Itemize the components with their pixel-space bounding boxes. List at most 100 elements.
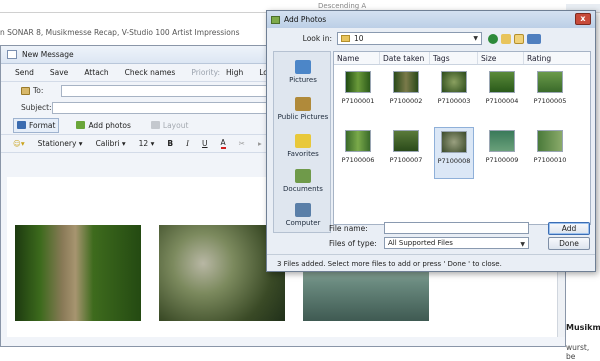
places-bar: Pictures Public Pictures Favorites Docum… <box>273 51 331 233</box>
add-photos-button[interactable]: Add photos <box>73 118 133 133</box>
clear-format-icon[interactable]: ✂ <box>239 139 245 148</box>
file-item[interactable]: P7100003 <box>434 71 474 105</box>
font-color-button[interactable]: A <box>220 138 226 149</box>
file-label: P7100007 <box>389 156 423 164</box>
column-date-taken[interactable]: Date taken <box>380 52 430 64</box>
attach-button[interactable]: Attach <box>84 68 108 77</box>
place-documents[interactable]: Documents <box>274 169 332 193</box>
add-button[interactable]: Add <box>548 222 590 235</box>
file-label: P7100006 <box>341 156 375 164</box>
favorites-icon <box>295 134 311 148</box>
dialog-divider <box>267 254 595 255</box>
dialog-status-text: 3 Files added. Select more files to add … <box>277 260 502 268</box>
to-label: To: <box>33 86 44 95</box>
file-item[interactable]: P7100007 <box>386 130 426 164</box>
file-list: Name Date taken Tags Size Rating P710000… <box>333 51 591 225</box>
file-item[interactable]: P7100006 <box>338 130 378 164</box>
file-item[interactable]: P7100001 <box>338 71 378 105</box>
look-in-dropdown[interactable]: 10 ▼ <box>337 32 482 45</box>
italic-button[interactable]: I <box>186 139 189 148</box>
add-photos-label: Add photos <box>88 120 131 130</box>
thumbnail <box>489 71 515 93</box>
file-label: P7100009 <box>485 156 519 164</box>
format-icon <box>17 121 26 129</box>
place-favorites[interactable]: Favorites <box>274 134 332 158</box>
column-name[interactable]: Name <box>334 52 380 64</box>
font-size-dropdown[interactable]: 12 ▾ <box>139 139 155 148</box>
done-button[interactable]: Done <box>548 237 590 250</box>
files-of-type-label: Files of type: <box>329 238 377 248</box>
file-label: P7100001 <box>341 97 375 105</box>
check-names-button[interactable]: Check names <box>125 68 176 77</box>
dialog-photo-icon <box>271 15 280 24</box>
new-folder-icon[interactable] <box>514 33 524 44</box>
place-public-pictures[interactable]: Public Pictures <box>274 97 332 121</box>
thumbnail <box>393 130 419 152</box>
folder-icon <box>341 35 350 42</box>
file-item[interactable]: P7100004 <box>482 71 522 105</box>
attached-photo-1[interactable] <box>15 225 141 321</box>
font-dropdown[interactable]: Calibri ▾ <box>96 139 126 148</box>
up-folder-icon[interactable] <box>501 33 511 44</box>
more-format-icon[interactable]: ▸ <box>258 139 262 148</box>
computer-icon <box>295 203 311 217</box>
views-menu-icon[interactable] <box>527 33 541 44</box>
thumbnail <box>393 71 419 93</box>
place-public-pictures-label: Public Pictures <box>277 113 329 121</box>
stationery-dropdown[interactable]: Stationery ▾ <box>38 139 83 148</box>
place-computer-label: Computer <box>285 219 321 227</box>
column-rating[interactable]: Rating <box>524 52 590 64</box>
column-headers: Name Date taken Tags Size Rating <box>334 52 590 65</box>
place-computer[interactable]: Computer <box>274 203 332 227</box>
thumbnail <box>441 131 467 153</box>
file-label: P7100003 <box>437 97 471 105</box>
file-item[interactable]: P7100005 <box>530 71 570 105</box>
background-headline[interactable]: n SONAR 8, Musikmesse Recap, V-Studio 10… <box>0 28 240 37</box>
thumbnail <box>537 130 563 152</box>
save-button[interactable]: Save <box>50 68 68 77</box>
file-item-selected[interactable]: P7100008 <box>434 127 474 179</box>
message-window-icon <box>7 50 17 59</box>
place-favorites-label: Favorites <box>287 150 319 158</box>
add-photos-dialog: Add Photos x Look in: 10 ▼ Pictures Publ… <box>266 10 596 272</box>
underline-button[interactable]: U <box>202 139 208 148</box>
back-icon[interactable] <box>488 33 498 44</box>
pictures-icon <box>295 60 311 74</box>
thumbnail <box>537 71 563 93</box>
file-label: P7100004 <box>485 97 519 105</box>
file-name-label: File name: <box>329 223 368 233</box>
font-size-label: 12 <box>138 139 149 148</box>
files-of-type-dropdown[interactable]: All Supported Files ▼ <box>384 237 529 249</box>
close-button[interactable]: x <box>575 13 591 25</box>
chevron-down-icon: ▼ <box>473 35 478 42</box>
files-of-type-row: Files of type: All Supported Files ▼ <box>329 237 529 249</box>
background-right-text: wurst, be <box>566 343 590 361</box>
column-size[interactable]: Size <box>478 52 524 64</box>
format-button[interactable]: Format <box>13 117 60 133</box>
stationery-label: Stationery <box>37 139 77 148</box>
column-tags[interactable]: Tags <box>430 52 478 64</box>
file-label: P7100010 <box>533 156 567 164</box>
add-photos-icon <box>76 121 86 129</box>
background-right-heading: Musikme <box>566 323 600 332</box>
layout-label: Layout <box>162 120 189 130</box>
place-pictures[interactable]: Pictures <box>274 60 332 84</box>
emoticon-icon[interactable]: ☺▾ <box>13 139 25 148</box>
file-label: P7100005 <box>533 97 567 105</box>
address-book-icon[interactable] <box>21 86 30 95</box>
thumbnail <box>345 130 371 152</box>
public-pictures-icon <box>295 97 311 111</box>
place-pictures-label: Pictures <box>289 76 317 84</box>
file-item[interactable]: P7100010 <box>530 130 570 164</box>
file-item[interactable]: P7100002 <box>386 71 426 105</box>
bold-button[interactable]: B <box>167 139 173 148</box>
dialog-title-bar[interactable]: Add Photos <box>267 11 595 28</box>
background-top-text: Descending A <box>318 2 367 10</box>
look-in-label: Look in: <box>302 34 332 43</box>
file-item[interactable]: P7100009 <box>482 130 522 164</box>
priority-high-button[interactable]: High <box>226 68 243 77</box>
look-in-row: Look in: 10 ▼ <box>275 32 544 45</box>
layout-button[interactable]: Layout <box>148 118 192 133</box>
file-name-input[interactable] <box>384 222 529 234</box>
send-button[interactable]: Send <box>15 68 34 77</box>
